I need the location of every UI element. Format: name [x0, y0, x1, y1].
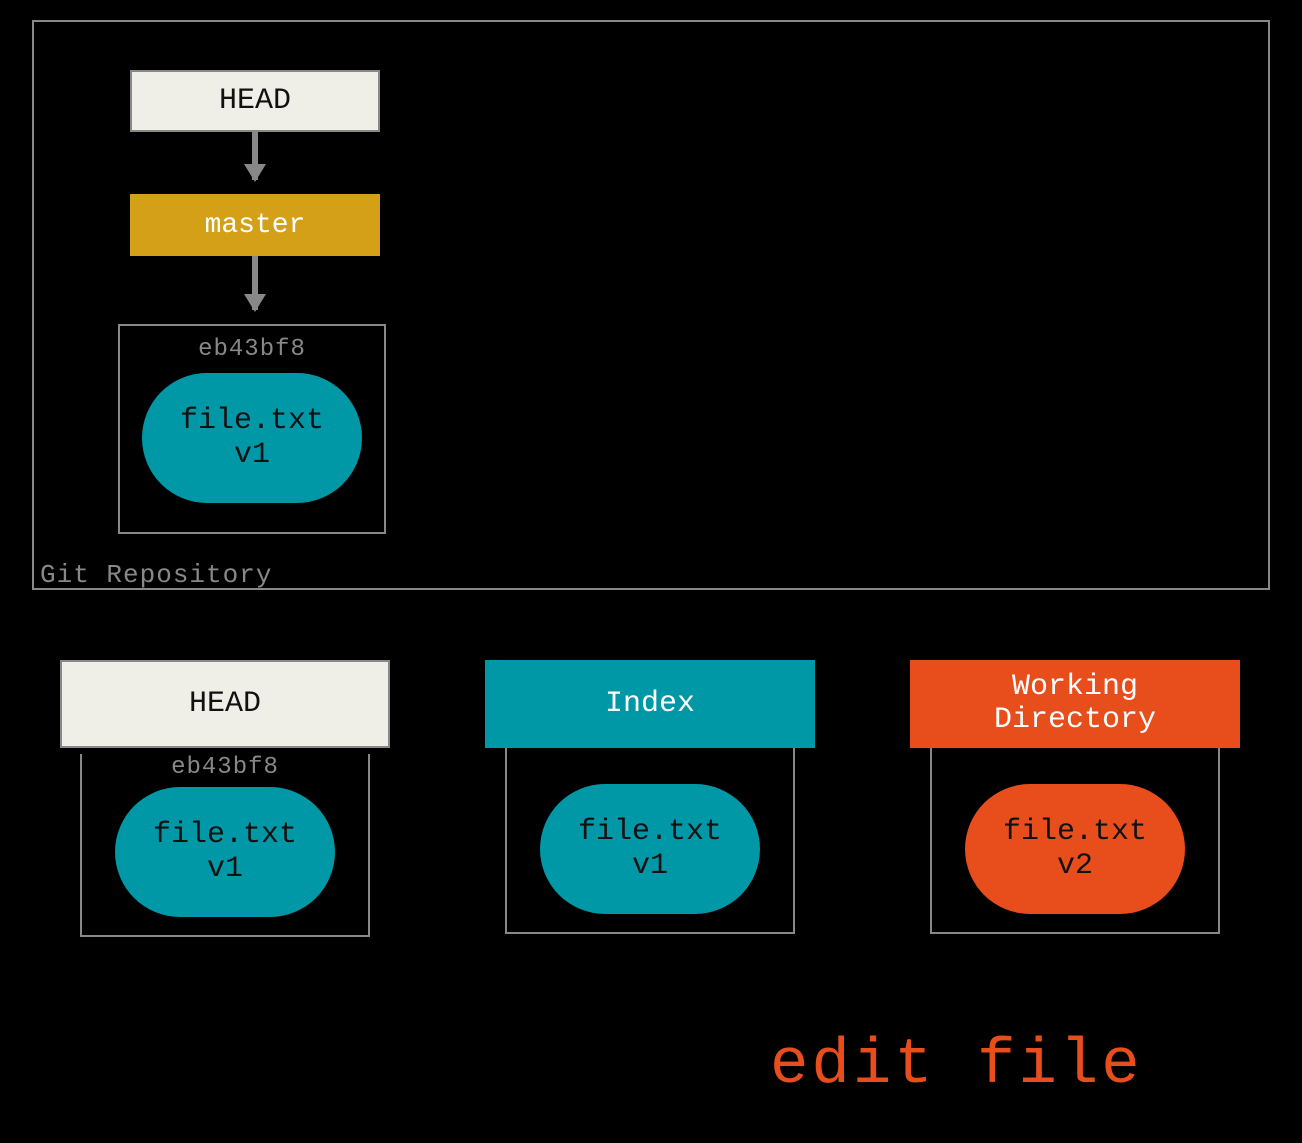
tree-working-title: WorkingDirectory	[994, 671, 1156, 737]
tree-head-blob: file.txt v1	[115, 787, 335, 917]
tree-working-body: file.txt v2	[930, 748, 1220, 934]
arrow-master-to-commit	[252, 256, 258, 310]
tree-index-column: Index file.txt v1	[485, 660, 815, 937]
tree-index-blob-file: file.txt	[578, 815, 722, 850]
tree-head-column: HEAD eb43bf8 file.txt v1	[60, 660, 390, 937]
tree-head-body: eb43bf8 file.txt v1	[80, 754, 370, 937]
tree-index-blob-version: v1	[632, 849, 668, 884]
head-ref-label: HEAD	[219, 84, 291, 118]
tree-head-header: HEAD	[60, 660, 390, 748]
repo-label: Git Repository	[40, 560, 272, 590]
commit-blob: file.txt v1	[142, 373, 362, 503]
action-label: edit file	[770, 1030, 1143, 1102]
tree-working-blob: file.txt v2	[965, 784, 1185, 914]
head-ref-box: HEAD	[130, 70, 380, 132]
arrow-head-to-master	[252, 132, 258, 180]
commit-blob-version: v1	[234, 438, 270, 473]
commit-blob-file: file.txt	[180, 404, 324, 439]
branch-box: master	[130, 194, 380, 256]
tree-index-header: Index	[485, 660, 815, 748]
tree-head-blob-file: file.txt	[153, 818, 297, 853]
tree-working-blob-version: v2	[1057, 849, 1093, 884]
tree-index-title: Index	[605, 688, 695, 721]
tree-working-header: WorkingDirectory	[910, 660, 1240, 748]
commit-box: eb43bf8 file.txt v1	[118, 324, 386, 534]
tree-head-blob-version: v1	[207, 852, 243, 887]
git-repository-box: Git Repository HEAD master eb43bf8 file.…	[32, 20, 1270, 590]
tree-head-hash: eb43bf8	[82, 754, 368, 781]
tree-index-blob: file.txt v1	[540, 784, 760, 914]
branch-label: master	[205, 210, 306, 241]
tree-index-body: file.txt v1	[505, 748, 795, 934]
tree-working-blob-file: file.txt	[1003, 815, 1147, 850]
tree-head-title: HEAD	[189, 688, 261, 721]
commit-hash: eb43bf8	[120, 336, 384, 363]
three-trees-row: HEAD eb43bf8 file.txt v1 Index file.txt …	[60, 660, 1240, 937]
tree-working-column: WorkingDirectory file.txt v2	[910, 660, 1240, 937]
